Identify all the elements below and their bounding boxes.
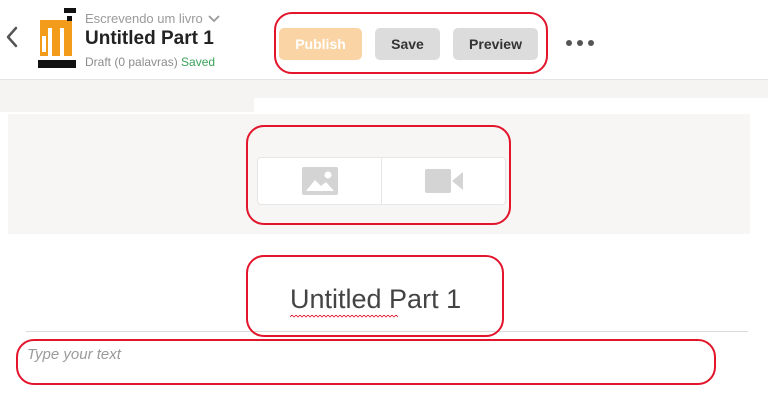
part-title-input[interactable]: Untitled Part 1 (290, 284, 461, 315)
add-image-button[interactable] (258, 158, 381, 204)
image-icon (301, 167, 338, 195)
draft-status: Draft (0 palavras) Saved (85, 55, 215, 69)
spellcheck-underline (290, 315, 398, 318)
title-divider (26, 331, 748, 332)
story-title-dropdown[interactable]: Escrevendo um livro (85, 11, 221, 26)
story-cover-thumbnail[interactable] (38, 8, 76, 68)
video-camera-icon (424, 169, 463, 193)
part-title: Untitled Part 1 (85, 28, 214, 49)
background-strip (0, 98, 254, 112)
more-options-icon[interactable] (566, 33, 594, 53)
preview-button[interactable]: Preview (453, 28, 538, 60)
chevron-down-icon (208, 14, 220, 22)
story-text-input[interactable]: Type your text (27, 346, 707, 376)
save-button[interactable]: Save (375, 28, 440, 60)
saved-status: Saved (181, 55, 216, 69)
back-arrow-icon[interactable] (3, 22, 21, 52)
word-count-status: Draft (0 palavras) (85, 55, 178, 69)
media-insert-bar (257, 157, 506, 205)
header-divider-band (0, 80, 768, 98)
story-title: Escrevendo um livro (85, 11, 203, 26)
top-toolbar: Escrevendo um livro Untitled Part 1 Draf… (0, 0, 768, 80)
add-video-button[interactable] (381, 158, 505, 204)
publish-button[interactable]: Publish (279, 28, 362, 60)
